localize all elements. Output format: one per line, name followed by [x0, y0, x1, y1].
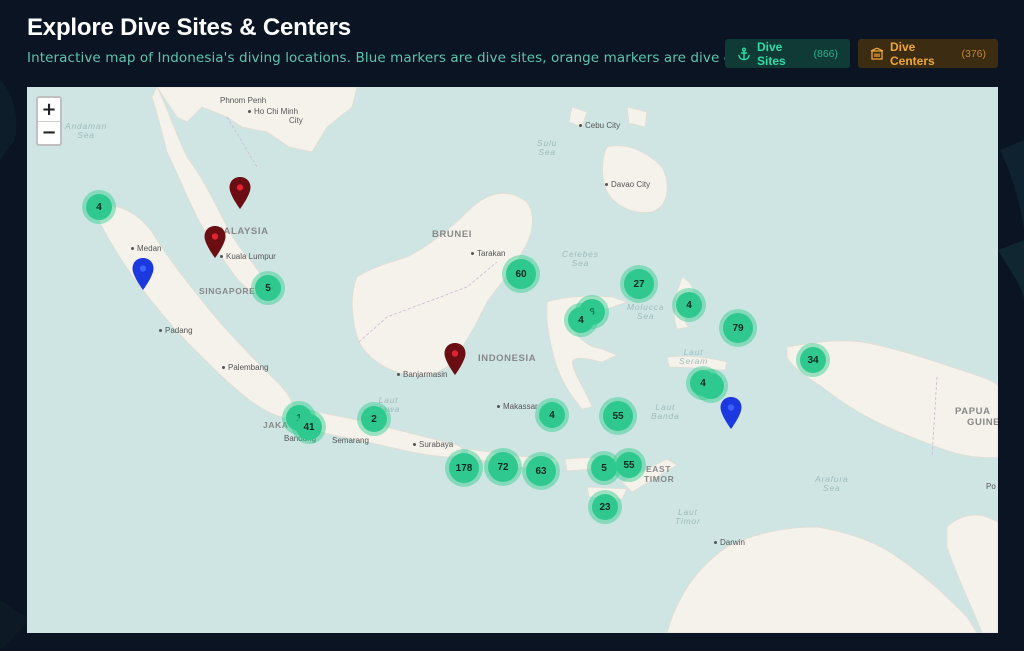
cluster-count: 4 [539, 402, 565, 428]
cluster-count: 60 [506, 259, 536, 289]
dive-site-cluster[interactable]: 63 [522, 452, 560, 490]
page-title: Explore Dive Sites & Centers [27, 14, 351, 41]
label-celebes-sea: Celebes Sea [562, 250, 599, 268]
cluster-count: 41 [296, 414, 322, 440]
cluster-count: 4 [568, 307, 594, 333]
label-seram: Seram [679, 356, 709, 366]
dive-site-cluster[interactable]: 4 [535, 398, 569, 432]
label-padang: Padang [159, 326, 193, 335]
dive-site-pin[interactable] [132, 258, 154, 290]
dive-center-pin[interactable] [229, 177, 251, 209]
cluster-count: 5 [255, 275, 281, 301]
label-papua: PAPUA [955, 406, 991, 417]
dive-site-cluster[interactable]: 79 [719, 309, 757, 347]
label-laut-seram: Laut Seram [679, 348, 708, 366]
cluster-count: 63 [526, 456, 556, 486]
dive-site-cluster[interactable]: 2 [357, 402, 391, 436]
label-laut-timor: Laut Timor [675, 508, 701, 526]
dive-site-pin[interactable] [720, 397, 742, 429]
dive-site-cluster[interactable]: 55 [612, 448, 646, 482]
label-brunei: BRUNEI [432, 229, 473, 240]
cluster-count: 55 [616, 452, 642, 478]
label-tarakan: Tarakan [471, 249, 505, 258]
dive-site-cluster[interactable]: 4 [686, 366, 720, 400]
building-icon [870, 46, 884, 61]
label-timor-sea: Timor [675, 516, 701, 526]
page-subtitle: Interactive map of Indonesia's diving lo… [27, 50, 780, 66]
label-arafura-sea: Arafura Sea [815, 475, 848, 493]
label-guinea: GUINE [967, 417, 998, 428]
label-phnom-penh: Phnom Penh [220, 96, 267, 105]
label-darwin: Darwin [714, 538, 745, 547]
map-panel[interactable]: Phnom Penh Ho Chi Minh City Andaman Sea C… [27, 87, 998, 633]
dive-centers-label: Dive Centers [890, 39, 935, 68]
label-arafura-sea-word: Sea [822, 483, 841, 493]
label-kuala-lumpur: Kuala Lumpur [220, 252, 276, 261]
label-ho-chi-minh: Ho Chi Minh [248, 107, 298, 116]
anchor-icon [737, 46, 751, 61]
label-sulu-sea: Sulu Sea [537, 139, 557, 157]
zoom-control: + − [36, 96, 62, 146]
dive-centers-filter-button[interactable]: Dive Centers (376) [858, 39, 998, 68]
label-banjarmasin: Banjarmasin [397, 370, 447, 379]
dive-site-cluster[interactable]: 27 [620, 265, 658, 303]
dive-sites-label: Dive Sites [757, 39, 786, 68]
label-banda: Banda [651, 411, 680, 421]
label-singapore: SINGAPORE [199, 286, 256, 296]
dive-site-cluster[interactable]: 4 [672, 288, 706, 322]
label-indonesia: INDONESIA [478, 353, 537, 364]
dive-site-cluster[interactable]: 23 [588, 490, 622, 524]
dive-center-pin[interactable] [444, 343, 466, 375]
cluster-count: 72 [488, 452, 518, 482]
label-celebes-sea-word: Sea [571, 258, 590, 268]
cluster-count: 55 [603, 401, 633, 431]
cluster-count: 27 [624, 269, 654, 299]
cluster-count: 4 [86, 194, 112, 220]
cluster-count: 178 [449, 453, 479, 483]
label-surabaya: Surabaya [413, 440, 453, 449]
dive-site-cluster[interactable]: 4 [82, 190, 116, 224]
label-palembang: Palembang [222, 363, 268, 372]
dive-site-cluster[interactable]: 41 [292, 410, 326, 444]
cluster-count: 2 [361, 406, 387, 432]
label-molucca-sea: Molucca Sea [627, 303, 664, 321]
dive-site-cluster[interactable]: 4 [564, 303, 598, 337]
cluster-count: 4 [676, 292, 702, 318]
label-sulu-sea-word: Sea [538, 147, 556, 157]
dive-site-cluster[interactable]: 60 [502, 255, 540, 293]
dive-site-cluster[interactable]: 178 [445, 449, 483, 487]
label-molucca-sea-word: Sea [636, 311, 655, 321]
cluster-count: 4 [690, 370, 716, 396]
dive-centers-count: (376) [961, 47, 986, 60]
dive-site-cluster[interactable]: 34 [796, 343, 830, 377]
zoom-out-button[interactable]: − [38, 122, 60, 145]
label-andaman-sea-word: Sea [77, 130, 95, 140]
label-east: EAST [646, 464, 672, 474]
label-city: City [289, 116, 303, 125]
dive-site-cluster[interactable]: 72 [484, 448, 522, 486]
label-semarang: Semarang [332, 436, 369, 445]
dive-center-pin[interactable] [204, 226, 226, 258]
label-makassar: Makassar [497, 402, 538, 411]
label-laut-banda: Laut Banda [651, 403, 680, 421]
label-medan: Medan [131, 244, 161, 253]
label-po: Po [986, 482, 996, 491]
label-davao: Davao City [605, 180, 650, 189]
label-andaman-sea: Andaman Sea [65, 122, 107, 140]
dive-site-cluster[interactable]: 5 [251, 271, 285, 305]
cluster-count: 34 [800, 347, 826, 373]
dive-sites-count: (866) [813, 47, 838, 60]
dive-sites-filter-button[interactable]: Dive Sites (866) [725, 39, 850, 68]
cluster-count: 23 [592, 494, 618, 520]
label-cebu: Cebu City [579, 121, 620, 130]
label-timor: TIMOR [644, 474, 675, 484]
cluster-count: 79 [723, 313, 753, 343]
zoom-in-button[interactable]: + [38, 98, 60, 122]
dive-site-cluster[interactable]: 55 [599, 397, 637, 435]
